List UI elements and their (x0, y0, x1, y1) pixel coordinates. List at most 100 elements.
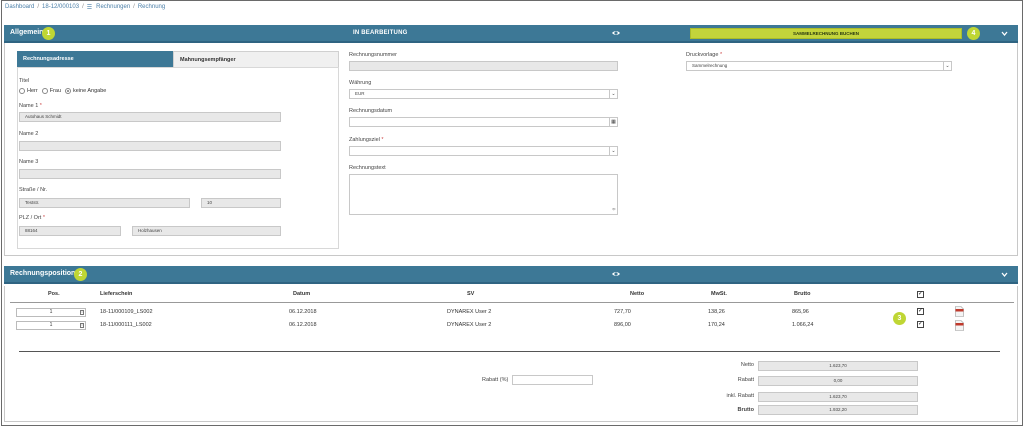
chevron-down-icon: ⌄ (609, 90, 617, 98)
cell-gross: 1.066,24 (792, 322, 814, 328)
radio-circle[interactable] (19, 88, 25, 94)
row-checkbox[interactable]: ✓ (917, 308, 924, 315)
invoice-number-field[interactable] (349, 61, 618, 71)
invoice-text-area[interactable]: ≑ (349, 174, 618, 215)
radio-keine-angabe[interactable]: keine Angabe (65, 88, 106, 94)
tab-billing-address[interactable]: Rechnungsadresse (17, 51, 173, 67)
street-field[interactable]: Teststr. (19, 198, 190, 208)
cell-gross: 865,96 (792, 309, 809, 315)
cell-date: 06.12.2018 (289, 322, 317, 328)
currency-label: Währung (349, 80, 372, 86)
currency-select[interactable]: EUR ⌄ (349, 89, 618, 99)
radio-frau[interactable]: Frau (41, 88, 62, 94)
cell-vat: 138,26 (708, 309, 725, 315)
col-header-pos: Pos. (48, 291, 60, 297)
name1-label: Name 1 * (19, 103, 42, 109)
positions-panel-title: Rechnungspositionen (10, 270, 84, 277)
radio-label: Frau (49, 88, 62, 94)
breadcrumb-current: Rechnung (137, 4, 166, 10)
position-value: 1 (49, 309, 53, 315)
net-total-label: Netto (740, 362, 754, 368)
summary-divider (19, 351, 1000, 352)
chevron-down-icon[interactable] (1001, 271, 1008, 278)
pdf-icon[interactable] (955, 320, 964, 331)
pdf-icon[interactable] (955, 306, 964, 317)
step-badge-3: 3 (893, 312, 906, 325)
net-total-field: 1.623,70 (758, 361, 918, 371)
cell-delivery: 18-11/000111_LS002 (100, 322, 152, 328)
rebate-field: 0,00 (758, 376, 918, 386)
resize-grip-icon[interactable]: ≑ (612, 207, 616, 213)
cell-delivery: 18-11/000109_LS002 (100, 309, 153, 315)
print-template-label: Druckvorlage * (686, 52, 723, 58)
city-field[interactable]: Holzhausen (132, 226, 281, 236)
name3-field[interactable] (19, 169, 281, 179)
zip-city-label: PLZ / Ort * (19, 215, 45, 221)
position-input[interactable]: 1 ↕ (16, 321, 86, 330)
discount-input[interactable] (512, 375, 593, 385)
incl-rebate-field: 1.623,70 (758, 392, 918, 402)
cell-sv: DYNAREX User 2 (447, 309, 492, 315)
table-header-divider (10, 302, 1014, 303)
eye-icon[interactable] (611, 28, 621, 38)
calendar-icon[interactable]: ▦ (609, 118, 617, 126)
tab-reminder-recipient[interactable]: Mahnungsempfänger (173, 51, 339, 67)
breadcrumb-separator: / (37, 4, 40, 10)
breadcrumb-separator: / (82, 4, 84, 10)
breadcrumb-project[interactable]: 18-12/000103 (42, 4, 79, 10)
invoice-date-label: Rechnungsdatum (349, 108, 393, 114)
select-all-checkbox[interactable]: ✓ (917, 291, 924, 298)
currency-value: EUR (355, 91, 365, 96)
position-input[interactable]: 1 ↕ (16, 308, 86, 317)
zip-field[interactable]: 88164 (19, 226, 121, 236)
address-form (17, 67, 339, 249)
name1-field[interactable]: Autohaus Schmidt (19, 112, 281, 122)
radio-herr[interactable]: Herr (19, 88, 38, 94)
cell-net: 896,00 (614, 322, 631, 328)
invoice-number-label: Rechnungsnummer (349, 52, 397, 58)
print-template-select[interactable]: Sammelrechnung ⌄ (686, 61, 952, 71)
discount-label: Rabatt (%) (482, 377, 509, 383)
invoice-text-label: Rechnungstext (349, 165, 386, 171)
cell-date: 06.12.2018 (289, 309, 317, 315)
step-badge-2: 2 (74, 268, 87, 281)
payment-term-select[interactable]: ⌄ (349, 146, 618, 156)
list-icon: ☰ (86, 4, 93, 11)
breadcrumb-invoices[interactable]: Rechnungen (96, 4, 130, 10)
general-panel-title: Allgemein (10, 29, 44, 36)
status-label: IN BEARBEITUNG (353, 30, 408, 36)
radio-label: Herr (27, 88, 38, 94)
col-header-date: Datum (293, 291, 311, 297)
payment-term-label: Zahlungsziel * (349, 137, 384, 143)
book-collective-invoice-button[interactable]: SAMMELRECHNUNG BUCHEN (690, 28, 962, 39)
col-header-delivery: Lieferschein (100, 291, 133, 297)
eye-icon[interactable] (611, 269, 621, 279)
breadcrumb: Dashboard / 18-12/000103 / ☰ Rechnungen … (5, 3, 165, 11)
chevron-down-icon[interactable] (1001, 30, 1008, 37)
radio-circle[interactable] (65, 88, 72, 94)
breadcrumb-dashboard[interactable]: Dashboard (5, 4, 34, 10)
cell-vat: 170,24 (708, 322, 725, 328)
address-tabs: Rechnungsadresse Mahnungsempfänger (17, 51, 339, 67)
house-number-field[interactable]: 10 (201, 198, 281, 208)
street-label: Straße / Nr. (19, 187, 48, 193)
gross-total-label: Brutto (737, 407, 755, 413)
col-header-net: Netto (630, 291, 645, 297)
row-checkbox[interactable]: ✓ (917, 321, 924, 328)
radio-label: keine Angabe (73, 88, 107, 94)
radio-circle[interactable] (41, 88, 48, 94)
col-header-sv: SV (467, 291, 475, 297)
name2-field[interactable] (19, 141, 281, 151)
stepper-icon[interactable]: ↕ (80, 310, 84, 315)
col-header-gross: Brutto (794, 291, 811, 297)
cell-net: 727,70 (614, 309, 631, 315)
stepper-icon[interactable]: ↕ (80, 323, 84, 328)
invoice-date-field[interactable]: ▦ (349, 117, 618, 127)
gross-total-field: 1.932,20 (758, 405, 918, 415)
chevron-down-icon: ⌄ (943, 62, 951, 70)
rebate-label: Rabatt (737, 377, 754, 383)
position-value: 1 (49, 322, 53, 328)
step-badge-1: 1 (42, 27, 55, 40)
print-template-value: Sammelrechnung (692, 63, 728, 68)
general-panel-header: Allgemein 1 IN BEARBEITUNG SAMMELRECHNUN… (4, 25, 1018, 43)
